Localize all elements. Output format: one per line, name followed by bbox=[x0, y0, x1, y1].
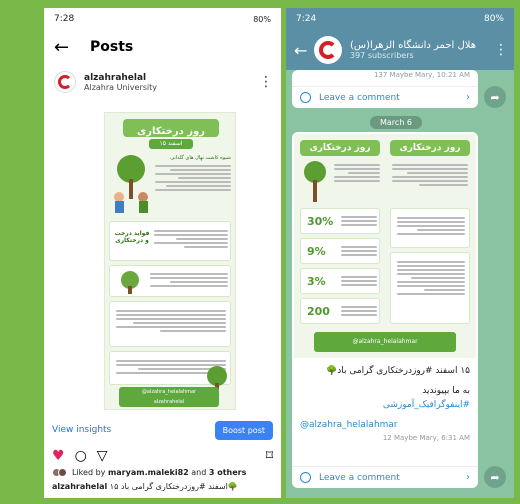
liker-username[interactable]: maryam.maleki82 bbox=[108, 468, 189, 477]
status-time: 7:24 bbox=[296, 14, 317, 24]
red-crescent-logo-icon bbox=[319, 41, 337, 59]
caption-line-2: به ما بپیوندید bbox=[422, 386, 470, 396]
poster-title: روز درختکاری bbox=[123, 119, 219, 137]
avatar[interactable] bbox=[54, 71, 76, 93]
poster-info-box-2 bbox=[109, 301, 231, 347]
caption-text: ۱۵ اسفند #روزدرختکاری گرامی باد🌳 bbox=[109, 482, 238, 491]
channel-avatar[interactable] bbox=[314, 36, 342, 64]
likes-others[interactable]: 3 others bbox=[209, 468, 247, 477]
chevron-right-icon: › bbox=[466, 472, 470, 483]
subscriber-count: 397 subscribers bbox=[350, 51, 414, 60]
view-insights-link[interactable]: View insights bbox=[52, 425, 111, 435]
poster-date: ۱۵ اسفند bbox=[149, 139, 193, 149]
chevron-right-icon: › bbox=[466, 92, 470, 103]
stat-percentage: 3% bbox=[307, 275, 326, 288]
back-arrow-icon[interactable]: ← bbox=[54, 37, 80, 58]
status-bar: 7:28 80% bbox=[44, 8, 281, 30]
channel-header: ← هلال احمر دانشگاه الزهرا(س) 397 subscr… bbox=[286, 30, 514, 70]
message-meta: 137 Maybe Mary, 10:21 AM bbox=[373, 71, 470, 79]
account-subtitle: Alzahra University bbox=[84, 82, 157, 92]
stat-percentage: 9% bbox=[307, 245, 326, 258]
account-username[interactable]: alzahrahelal bbox=[84, 73, 259, 83]
status-bar: 7:24 80% bbox=[286, 8, 514, 30]
stat-percentage: 30% bbox=[307, 215, 334, 228]
page-title: Posts bbox=[90, 39, 134, 55]
back-arrow-icon[interactable]: ← bbox=[294, 41, 314, 60]
message-meta: 12 Maybe Mary, 6:31 AM bbox=[382, 434, 470, 442]
like-heart-icon[interactable]: ♥ bbox=[52, 448, 65, 464]
bookmark-icon[interactable]: ⌑ bbox=[266, 448, 273, 464]
leave-comment-row[interactable]: Leave a comment › bbox=[292, 86, 478, 108]
likes-and: and bbox=[191, 468, 207, 477]
forward-icon[interactable]: ➦ bbox=[484, 86, 506, 108]
likes-prefix: Liked by bbox=[72, 468, 106, 477]
mention-link[interactable]: @alzahra_helalahmar bbox=[292, 418, 478, 432]
stat-number: 200 bbox=[307, 305, 330, 318]
top-nav: ← Posts bbox=[44, 30, 281, 64]
liker-avatar bbox=[58, 468, 67, 477]
planting-illustration bbox=[114, 155, 148, 213]
poster-benefits-title: فواید درخت و درختکاری bbox=[114, 230, 150, 244]
boost-post-button[interactable]: Boost post bbox=[214, 420, 273, 440]
poster-title-a: روز درختکاری bbox=[300, 140, 380, 156]
message-image[interactable]: روز درختکاری روز درختکاری 30% 9% 3% 200 bbox=[294, 134, 476, 358]
comment-bubble-icon bbox=[300, 472, 311, 483]
poster-footer: @alzahra_helalahmar alzahrahelal bbox=[119, 387, 219, 407]
poster-info-box-1 bbox=[109, 265, 231, 297]
comment-bubble-icon bbox=[300, 92, 311, 103]
insights-row: View insights Boost post bbox=[44, 418, 281, 442]
status-battery: 80% bbox=[483, 14, 504, 24]
red-crescent-logo-icon bbox=[58, 75, 72, 89]
poster-section-title: شیوه کاشت نهال های گلدانی bbox=[170, 155, 231, 161]
poster-benefits-box: فواید درخت و درختکاری bbox=[109, 221, 231, 261]
leave-comment-row[interactable]: Leave a comment › bbox=[292, 466, 478, 488]
caption-username[interactable]: alzahrahelal bbox=[52, 482, 107, 491]
forward-icon[interactable]: ➦ bbox=[484, 466, 506, 488]
more-options-icon[interactable]: ⋮ bbox=[494, 42, 508, 58]
status-battery: 80% bbox=[253, 14, 271, 24]
likes-line: Liked by maryam.maleki82 and 3 others bbox=[52, 468, 246, 477]
poster-footer: @alzahra_helalahmar bbox=[314, 332, 456, 352]
instagram-screen: 7:28 80% ← Posts alzahrahelal Alzahra Un… bbox=[44, 8, 281, 498]
status-time: 7:28 bbox=[54, 14, 75, 24]
post-image[interactable]: روز درختکاری ۱۵ اسفند شیوه کاشت نهال های… bbox=[104, 112, 236, 410]
channel-name[interactable]: هلال احمر دانشگاه الزهرا(س) bbox=[350, 40, 494, 51]
post-actions: ♥ ○ ▽ ⌑ bbox=[44, 446, 281, 466]
previous-message: 137 Maybe Mary, 10:21 AM Leave a comment… bbox=[292, 70, 478, 108]
comment-icon[interactable]: ○ bbox=[75, 448, 87, 464]
more-options-icon[interactable]: ⋮ bbox=[259, 74, 273, 90]
share-send-icon[interactable]: ▽ bbox=[97, 448, 108, 464]
poster-title-b: روز درختکاری bbox=[390, 140, 470, 156]
post-caption: alzahrahelal ۱۵ اسفند #روزدرختکاری گرامی… bbox=[52, 482, 238, 491]
channel-message: روز درختکاری روز درختکاری 30% 9% 3% 200 bbox=[292, 132, 478, 488]
telegram-screen: 7:24 80% ← هلال احمر دانشگاه الزهرا(س) 3… bbox=[286, 8, 514, 498]
caption-line-1: ۱۵ اسفند #روزدرختکاری گرامی باد🌳 bbox=[326, 366, 470, 376]
date-chip: March 6 bbox=[370, 116, 423, 129]
post-header: alzahrahelal Alzahra University ⋮ bbox=[44, 64, 281, 100]
hashtag-link[interactable]: #اینفوگرافیک_آموزشی bbox=[292, 398, 478, 412]
